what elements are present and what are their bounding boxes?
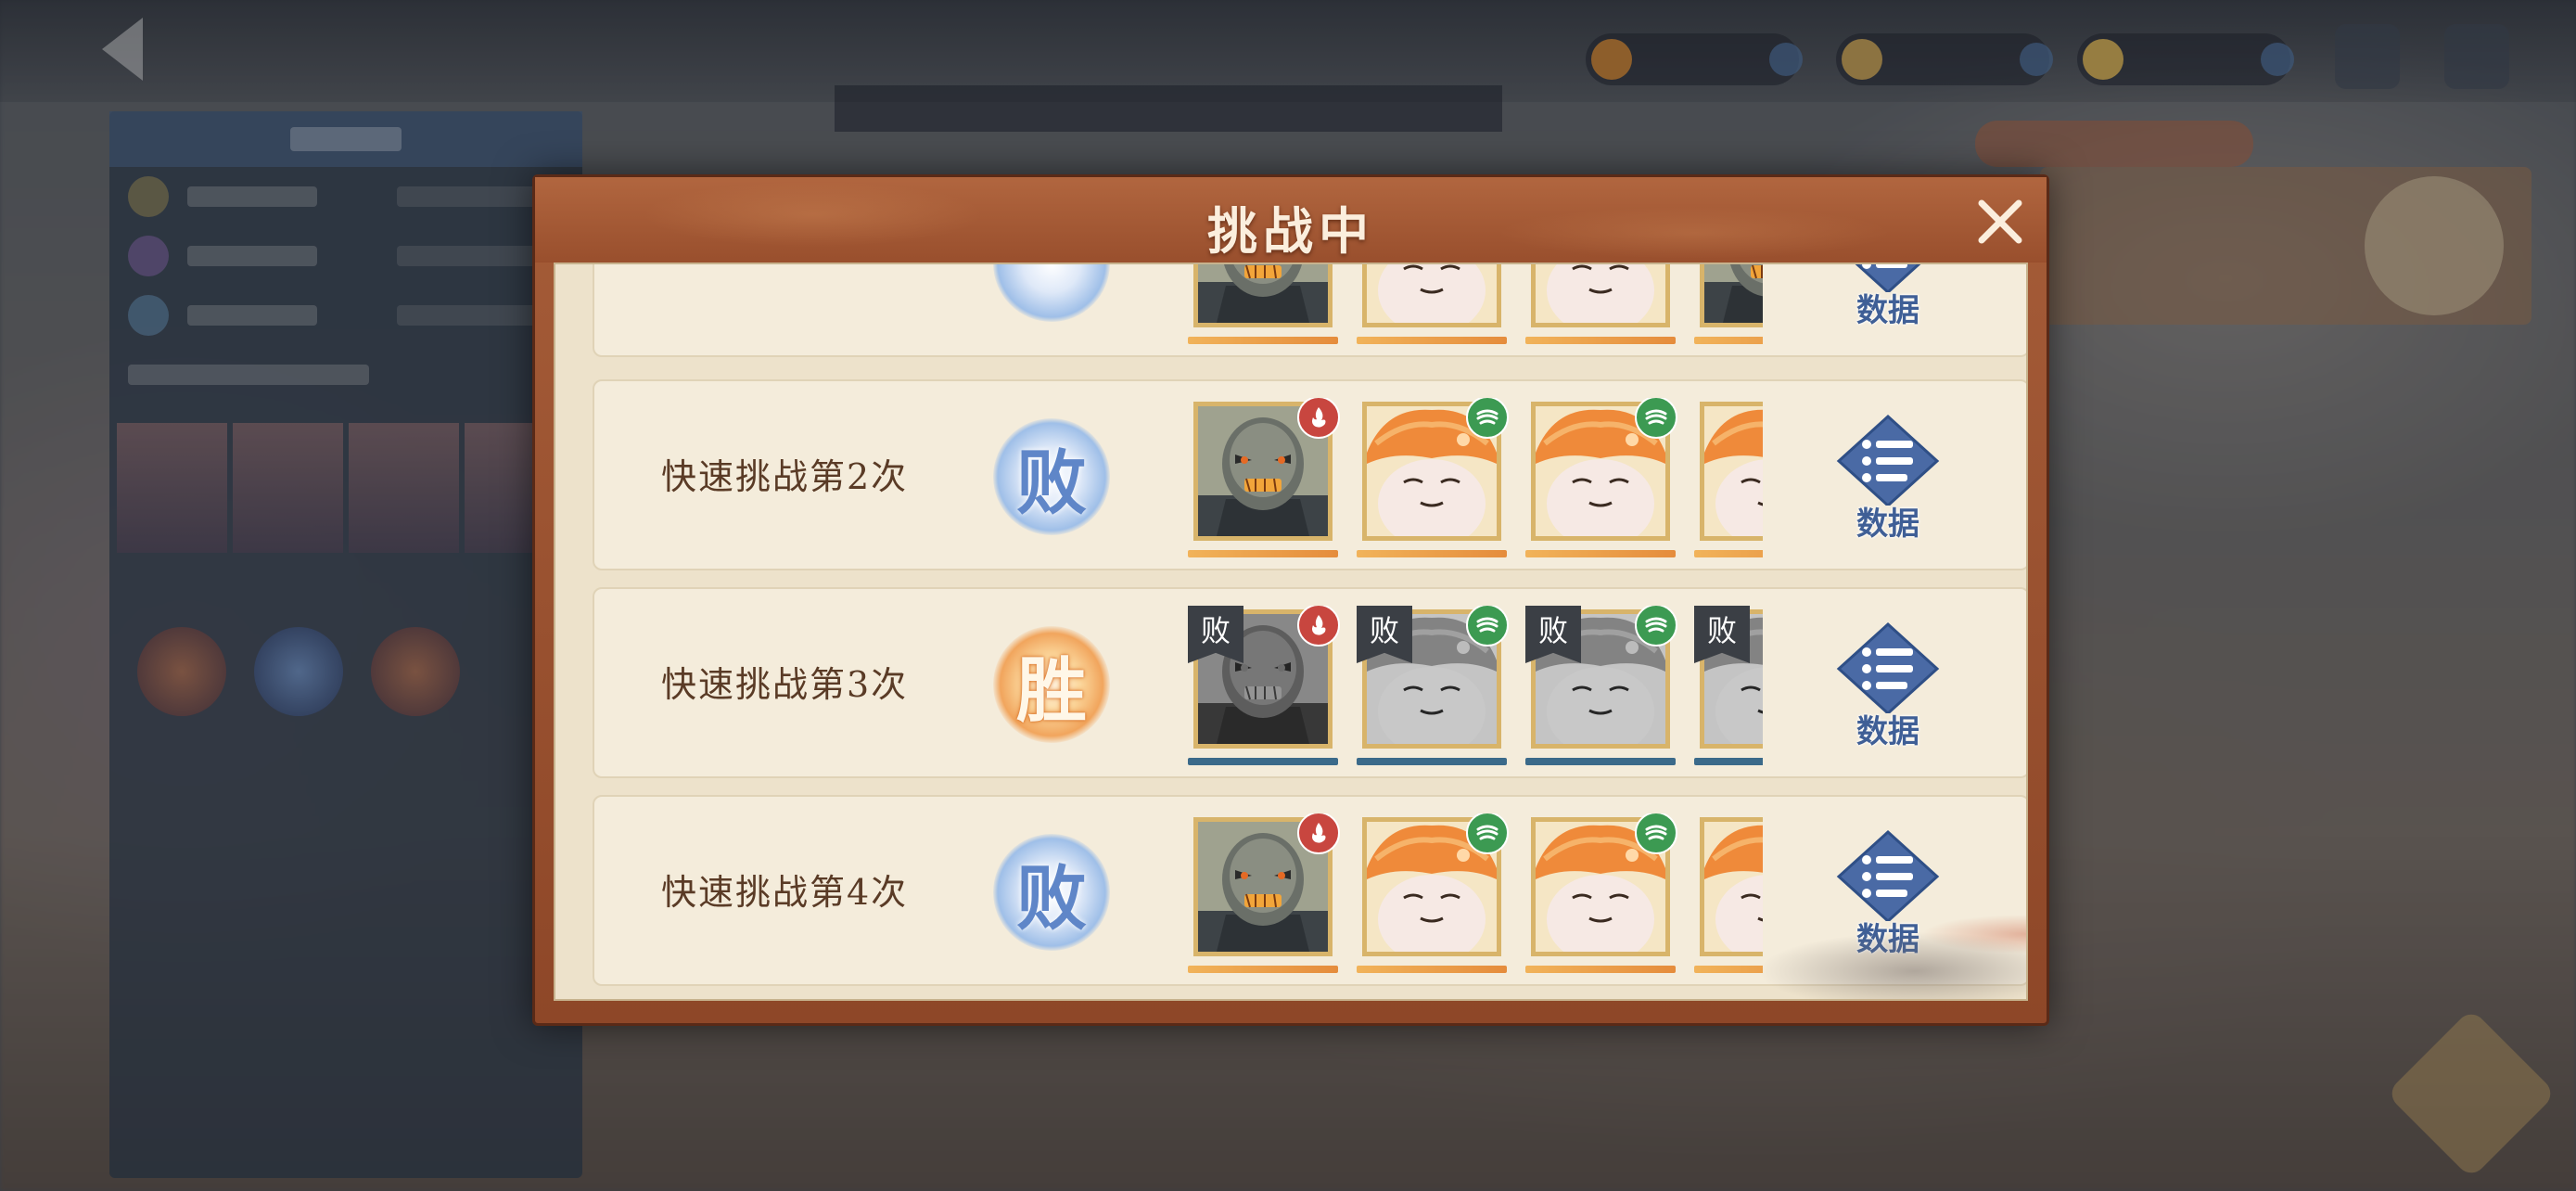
data-button-label: 数据 (1856, 713, 1919, 750)
health-bar (1357, 966, 1507, 973)
wind-element-icon (1635, 813, 1677, 854)
health-bar (1694, 337, 1763, 344)
health-bar (1357, 758, 1507, 765)
golem-unit-card[interactable]: 败 (1188, 606, 1340, 782)
health-bar (1357, 550, 1507, 557)
health-bar (1525, 550, 1676, 557)
team-lineup (1188, 264, 1763, 361)
wind-element-icon (1635, 398, 1677, 439)
defeat-badge: 败 (993, 834, 1110, 951)
health-bar (1188, 337, 1338, 344)
defeat-badge (993, 264, 1110, 322)
mushroom-unit-card[interactable] (1525, 264, 1676, 361)
mushroom-unit-card[interactable] (1525, 813, 1677, 990)
golem-unit-card[interactable] (1188, 398, 1340, 574)
modal-title: 挑战中 (1207, 201, 1374, 261)
mushroom-portrait (1704, 822, 1763, 952)
team-lineup (1188, 813, 1763, 990)
wind-element-icon (1466, 606, 1509, 647)
golem-unit-card[interactable] (1188, 813, 1340, 990)
golem-unit-card[interactable] (1188, 264, 1338, 361)
wind-element-icon (1466, 813, 1509, 854)
mushroom-portrait (1367, 264, 1497, 323)
close-icon (1978, 199, 2022, 244)
health-bar (1357, 337, 1507, 344)
team-lineup (1188, 398, 1763, 574)
challenge-row: 快速挑战第2次 败 数据 (593, 379, 2026, 570)
fire-element-icon (1297, 813, 1340, 854)
battle-data-button[interactable]: 数据 (1828, 413, 1948, 552)
challenge-attempt-label: 快速挑战第2次 (661, 456, 909, 497)
health-bar (1525, 966, 1676, 973)
mushroom-unit-card[interactable] (1694, 813, 1763, 990)
challenge-attempt-label: 快速挑战第4次 (661, 872, 909, 913)
mushroom-unit-card[interactable] (1357, 813, 1509, 990)
mushroom-unit-card[interactable] (1357, 264, 1507, 361)
mushroom-unit-card[interactable] (1357, 398, 1509, 574)
mushroom-unit-card[interactable]: 败 (1525, 606, 1677, 782)
fire-element-icon (1297, 398, 1340, 439)
challenge-row: 快速挑战第4次 败 数据 (593, 795, 2026, 986)
battle-data-button[interactable]: 数据 (1828, 264, 1948, 339)
wind-element-icon (1466, 398, 1509, 439)
data-button-label: 数据 (1856, 921, 1919, 958)
wind-element-icon (1635, 606, 1677, 647)
health-bar (1694, 966, 1763, 973)
health-bar (1188, 550, 1338, 557)
health-bar (1694, 758, 1763, 765)
data-button-label: 数据 (1856, 292, 1919, 329)
golem-portrait (1198, 264, 1328, 323)
health-bar (1525, 337, 1676, 344)
victory-badge: 胜 (993, 626, 1110, 743)
health-bar (1694, 550, 1763, 557)
close-button[interactable] (1970, 192, 2030, 251)
health-bar (1188, 758, 1338, 765)
challenge-row: 快速挑战第3次胜 败 败 败 败 数据 (593, 587, 2026, 778)
team-lineup: 败 败 败 败 (1188, 606, 1763, 782)
mushroom-unit-card[interactable] (1525, 398, 1677, 574)
mushroom-portrait (1536, 264, 1665, 323)
battle-data-button[interactable]: 数据 (1828, 828, 1948, 967)
mushroom-unit-card[interactable]: 败 (1694, 606, 1763, 782)
golem-portrait (1704, 264, 1763, 323)
health-bar (1188, 966, 1338, 973)
data-button-label: 数据 (1856, 506, 1919, 543)
challenge-attempt-label: 快速挑战第3次 (661, 664, 909, 705)
modal-header: 挑战中 (535, 177, 2047, 263)
fire-element-icon (1297, 606, 1340, 647)
mushroom-unit-card[interactable] (1694, 398, 1763, 574)
health-bar (1525, 758, 1676, 765)
results-list[interactable]: 数据 快速挑战第2次败 数据 快速挑战第3次胜 败 败 败 败 数据 快速挑战第… (554, 263, 2028, 1001)
challenge-modal: 挑战中 数据 快速挑战第2次败 数据 快速挑战第3次 胜 败 败 败 败 数据 … (532, 174, 2049, 1026)
golem-unit-card[interactable] (1694, 264, 1763, 361)
challenge-row: 数据 (593, 264, 2026, 357)
defeat-badge: 败 (993, 418, 1110, 535)
mushroom-portrait (1704, 406, 1763, 536)
battle-data-button[interactable]: 数据 (1828, 621, 1948, 760)
mushroom-unit-card[interactable]: 败 (1357, 606, 1509, 782)
